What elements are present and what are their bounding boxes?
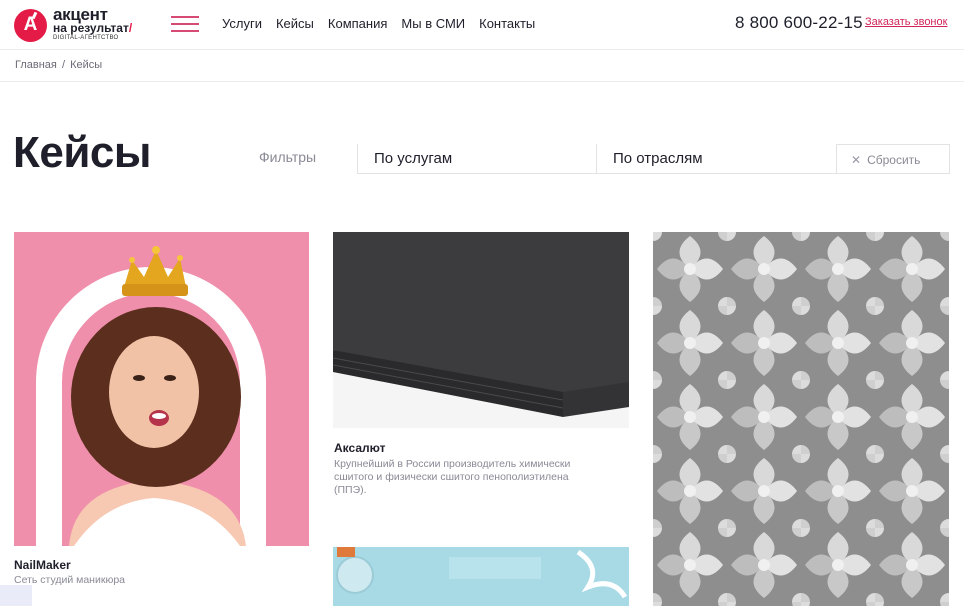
- nav-item-services[interactable]: Услуги: [222, 16, 262, 31]
- logo-letter: A: [23, 14, 38, 35]
- logo-slash: /: [128, 21, 133, 35]
- burger-line: [171, 23, 199, 25]
- reset-filters-button[interactable]: ✕ Сбросить: [836, 144, 950, 174]
- page-title: Кейсы: [13, 128, 151, 177]
- phone-number[interactable]: 8 800 600-22-15: [735, 13, 863, 33]
- nav-item-contacts[interactable]: Контакты: [479, 16, 535, 31]
- nav-item-company[interactable]: Компания: [328, 16, 388, 31]
- callback-link[interactable]: Заказать звонок: [865, 16, 947, 28]
- case-image-cosmetics[interactable]: [333, 547, 629, 606]
- foam-sheet-illustration: [333, 232, 629, 428]
- burger-line: [171, 30, 199, 32]
- close-icon: ✕: [851, 153, 862, 167]
- main-nav: Услуги Кейсы Компания Мы в СМИ Контакты: [222, 16, 535, 31]
- corner-widget[interactable]: [0, 585, 32, 606]
- logo-mark: A: [14, 9, 47, 42]
- case-title[interactable]: Аксалют: [334, 441, 385, 455]
- case-image-aksalyut[interactable]: [333, 232, 629, 428]
- breadcrumb-home[interactable]: Главная: [15, 59, 57, 71]
- case-description: Крупнейший в России производитель химиче…: [334, 458, 571, 496]
- breadcrumb-current: Кейсы: [70, 59, 103, 71]
- logo-tagline: DIGITAL-АГЕНТСТВО: [53, 35, 119, 41]
- nailmaker-illustration: [14, 232, 309, 546]
- case-title[interactable]: NailMaker: [14, 558, 71, 572]
- logo-text-line2: на результат/: [53, 21, 132, 35]
- breadcrumb: Главная / Кейсы: [15, 59, 102, 71]
- case-image-ornament[interactable]: [653, 232, 949, 606]
- ornament-illustration: [653, 232, 949, 606]
- nav-item-media[interactable]: Мы в СМИ: [401, 16, 465, 31]
- site-header: A акцент на результат/ DIGITAL-АГЕНТСТВО…: [0, 0, 964, 50]
- menu-burger-icon[interactable]: [171, 16, 199, 32]
- burger-line: [171, 16, 199, 18]
- cosmetics-illustration: [333, 547, 629, 606]
- logo[interactable]: A акцент на результат/ DIGITAL-АГЕНТСТВО: [14, 5, 154, 44]
- filters-label: Фильтры: [259, 149, 317, 165]
- logo-text-line2-words: на результат: [53, 21, 129, 35]
- filter-industries-dropdown[interactable]: По отраслям: [596, 144, 836, 174]
- nav-item-cases[interactable]: Кейсы: [276, 16, 314, 31]
- case-image-nailmaker[interactable]: [14, 232, 309, 546]
- case-description: Сеть студий маникюра: [14, 574, 125, 586]
- filter-services-dropdown[interactable]: По услугам: [357, 144, 597, 174]
- reset-label: Сбросить: [867, 153, 921, 167]
- breadcrumb-separator: /: [61, 59, 65, 71]
- divider: [0, 81, 964, 82]
